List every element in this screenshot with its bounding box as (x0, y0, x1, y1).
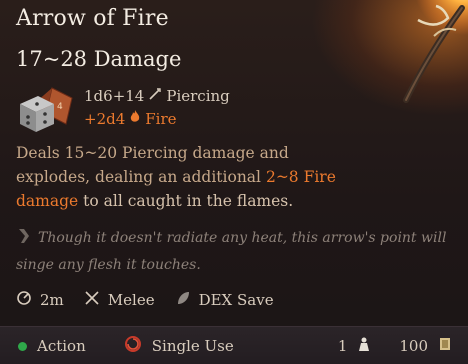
description-part3: to all caught in the flames. (83, 192, 294, 210)
flavor-text-block: Though it doesn't radiate any heat, this… (16, 226, 456, 277)
gold-icon (438, 336, 452, 356)
arrow-artwork (401, 0, 468, 103)
item-properties: 2m Melee DEX Save (16, 290, 274, 310)
feather-save-icon (175, 290, 191, 310)
quill-icon (16, 227, 32, 253)
weight-icon (357, 336, 371, 356)
attack-type-value: Melee (107, 291, 155, 309)
item-description: Deals 15~20 Piercing damage and explodes… (16, 141, 456, 213)
item-tooltip: Arrow of Fire 17~28 Damage 4 1d6+14 Pier… (0, 0, 468, 364)
bonus-damage-dice: +2d4 (84, 109, 126, 128)
single-use-label: Single Use (151, 337, 234, 355)
base-damage-line: 1d6+14 Piercing (84, 87, 230, 105)
action-dot-icon (18, 341, 27, 351)
fire-icon (129, 109, 141, 128)
range-icon (16, 290, 32, 310)
description-part2: explodes, dealing an additional (16, 168, 262, 186)
item-value: 100 (399, 337, 428, 355)
item-title: Arrow of Fire (16, 6, 169, 31)
description-part1: Deals 15~20 Piercing damage and (16, 144, 289, 162)
range-value: 2m (40, 291, 64, 309)
range-property: 2m (16, 290, 64, 310)
base-damage-type: Piercing (166, 87, 230, 105)
svg-text:4: 4 (57, 102, 63, 112)
bonus-damage-type: Fire (145, 109, 177, 128)
save-value: DEX Save (198, 291, 274, 309)
base-damage-dice: 1d6+14 (84, 87, 145, 105)
attack-type-property: Melee (84, 290, 155, 310)
item-quantity: 1 (337, 337, 348, 355)
tooltip-footer: Action Single Use 1 100 (0, 326, 468, 364)
save-property: DEX Save (175, 290, 274, 310)
damage-range: 17~28 Damage (16, 47, 182, 71)
single-use-icon (124, 335, 142, 357)
flavor-text: Though it doesn't radiate any heat, this… (16, 230, 447, 273)
bonus-damage-line: +2d4 Fire (84, 109, 177, 128)
description-fire-value: 2~8 Fire (265, 168, 336, 186)
action-cost: Action (37, 337, 86, 355)
description-fire-word: damage (16, 192, 79, 210)
dice-icon: 4 (20, 87, 73, 132)
crossed-swords-icon (84, 290, 100, 310)
piercing-icon (148, 87, 162, 105)
